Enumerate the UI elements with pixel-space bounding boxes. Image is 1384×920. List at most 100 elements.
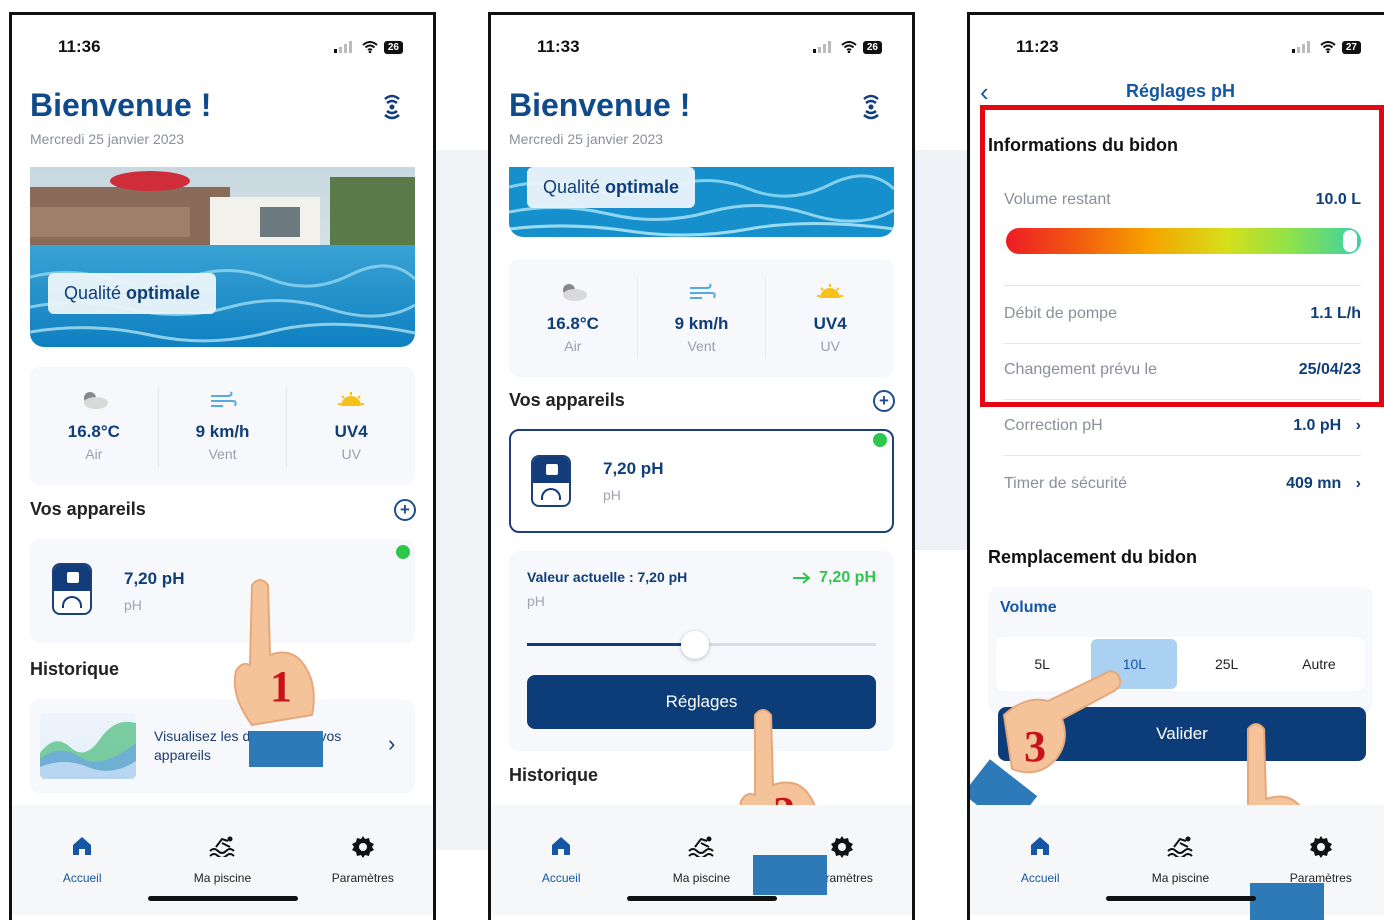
chevron-right-icon[interactable]: › <box>388 731 395 757</box>
swimmer-icon <box>687 835 715 865</box>
phone-screen-home: 11:36 26 Bienvenue ! Mercredi 25 janvier… <box>9 12 436 920</box>
weather-wind: 9 km/h Vent <box>159 385 288 467</box>
weather-wind: 9 km/h Vent <box>638 277 767 359</box>
signal-icon <box>1291 41 1310 53</box>
ph-control-card: Valeur actuelle : 7,20 pH pH 7,20 pH Rég… <box>509 551 894 751</box>
quality-badge: Qualité optimale <box>527 167 696 208</box>
highlight-box <box>980 105 1384 407</box>
hand-cuff <box>753 855 827 895</box>
correction-row[interactable]: Correction pH 1.0 pH › <box>1004 417 1361 435</box>
sensor-signal-icon[interactable] <box>379 93 405 123</box>
status-bar: 11:36 26 <box>58 37 403 57</box>
signal-icon <box>333 41 352 53</box>
hand-cuff <box>249 731 323 767</box>
signal-icon <box>812 41 831 53</box>
status-bar: 11:23 27 <box>1016 37 1361 57</box>
tab-ma-piscine[interactable]: Ma piscine <box>641 835 761 915</box>
device-card-ph[interactable]: 7,20 pH pH <box>509 429 894 533</box>
status-time: 11:23 <box>1016 37 1059 56</box>
tab-ma-piscine[interactable]: Ma piscine <box>1120 835 1240 915</box>
page-date: Mercredi 25 janvier 2023 <box>509 131 664 147</box>
gear-icon <box>830 835 854 865</box>
home-icon <box>71 835 93 865</box>
step-number: 3 <box>1024 722 1046 771</box>
slider-knob[interactable] <box>680 631 709 659</box>
hand-cuff <box>1250 883 1324 920</box>
history-title: Historique <box>509 765 599 785</box>
device-unit: pH <box>603 487 621 503</box>
volume-label: Volume <box>1000 599 1057 616</box>
home-indicator <box>1105 896 1256 901</box>
status-bar: 11:33 26 <box>537 37 882 57</box>
safety-timer-row[interactable]: Timer de sécurité 409 mn › <box>1004 475 1361 493</box>
phone-screen-ph-settings: 11:23 27 ‹ Réglages pH Informations du b… <box>967 12 1384 920</box>
add-device-icon[interactable]: + <box>394 499 416 521</box>
page-title: Bienvenue ! <box>30 87 212 123</box>
sensor-signal-icon[interactable] <box>858 93 884 123</box>
weather-uv: UV4 UV <box>287 385 415 467</box>
tab-ma-piscine[interactable]: Ma piscine <box>162 835 282 915</box>
wifi-icon <box>1320 41 1336 53</box>
wifi-icon <box>841 41 857 53</box>
tutorial-canvas: 11:36 26 Bienvenue ! Mercredi 25 janvier… <box>0 0 1384 920</box>
control-unit: pH <box>527 593 545 609</box>
slider-fill <box>527 643 695 646</box>
online-status-dot <box>396 545 410 559</box>
arrow-right-icon <box>793 572 811 584</box>
ph-slider[interactable] <box>527 631 876 659</box>
divider <box>1004 455 1361 456</box>
history-title: Historique <box>30 659 120 679</box>
sun-icon <box>815 282 845 306</box>
tab-accueil[interactable]: Accueil <box>980 835 1100 915</box>
gear-icon <box>1309 835 1333 865</box>
cloud-icon <box>557 282 589 306</box>
volume-option-autre[interactable]: Autre <box>1276 639 1362 689</box>
quality-badge: Qualité optimale <box>48 273 217 314</box>
sun-icon <box>336 390 366 414</box>
status-icons: 27 <box>1291 40 1361 54</box>
swimmer-icon <box>208 835 236 865</box>
add-device-icon[interactable]: + <box>873 390 895 412</box>
device-value: 7,20 pH <box>603 459 664 478</box>
wind-icon <box>209 390 237 414</box>
weather-air: 16.8°C Air <box>509 277 638 359</box>
pool-hero-image: Qualité optimale <box>30 167 415 347</box>
replacement-heading: Remplacement du bidon <box>988 547 1198 567</box>
wifi-icon <box>362 41 378 53</box>
chevron-right-icon: › <box>1355 417 1361 434</box>
device-unit: pH <box>124 597 142 613</box>
target-value: 7,20 pH <box>793 569 876 587</box>
status-icons: 26 <box>812 40 882 54</box>
volume-option-25l[interactable]: 25L <box>1184 639 1270 689</box>
status-time: 11:33 <box>537 37 580 56</box>
online-status-dot <box>873 433 887 447</box>
weather-panel: 16.8°C Air 9 km/h Vent UV4 UV <box>509 259 894 377</box>
status-icons: 26 <box>333 40 403 54</box>
weather-air: 16.8°C Air <box>30 385 159 467</box>
ph-regulator-icon <box>531 455 571 507</box>
battery-icon: 27 <box>1341 40 1361 54</box>
weather-uv: UV4 UV <box>766 277 894 359</box>
page-date: Mercredi 25 janvier 2023 <box>30 131 185 147</box>
phone-screen-device: 11:33 26 Bienvenue ! Mercredi 25 janvier… <box>488 12 915 920</box>
page-title: Bienvenue ! <box>509 87 691 123</box>
gear-icon <box>351 835 375 865</box>
battery-icon: 26 <box>383 40 403 54</box>
wind-icon <box>688 282 716 306</box>
ph-regulator-icon <box>52 563 92 615</box>
battery-icon: 26 <box>862 40 882 54</box>
pool-photo <box>30 167 415 347</box>
device-value: 7,20 pH <box>124 569 185 588</box>
home-icon <box>550 835 572 865</box>
tab-accueil[interactable]: Accueil <box>22 835 142 915</box>
status-time: 11:36 <box>58 37 101 56</box>
home-indicator <box>147 896 298 901</box>
current-value-label: Valeur actuelle : 7,20 pH <box>527 569 688 585</box>
weather-panel: 16.8°C Air 9 km/h Vent UV4 UV <box>30 367 415 485</box>
devices-title: Vos appareils <box>509 390 625 410</box>
step-number: 1 <box>270 662 292 711</box>
swimmer-icon <box>1166 835 1194 865</box>
tab-accueil[interactable]: Accueil <box>501 835 621 915</box>
history-chart-icon <box>40 713 136 779</box>
tab-parametres[interactable]: Paramètres <box>303 835 423 915</box>
